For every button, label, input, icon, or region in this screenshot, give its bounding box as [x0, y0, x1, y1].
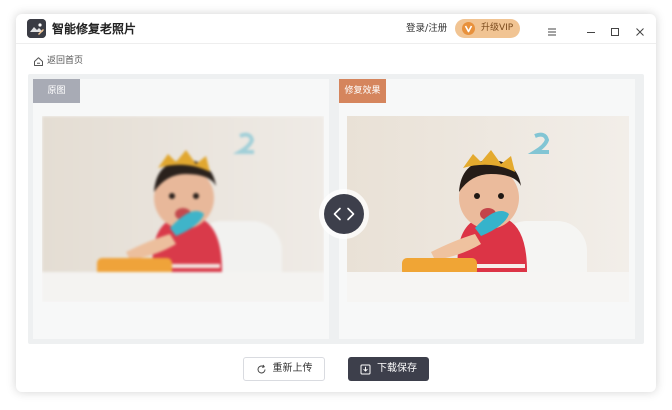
close-icon[interactable] — [634, 23, 646, 36]
download-save-label: 下载保存 — [377, 363, 417, 374]
download-save-button[interactable]: 下载保存 — [348, 357, 429, 381]
vip-label: 升级VIP — [481, 23, 514, 33]
title-bar: 智能修复老照片 登录/注册 升级VIP — [16, 14, 656, 44]
compare-arrows-icon — [324, 194, 364, 234]
app-window: 智能修复老照片 登录/注册 升级VIP 返回首页 原图 修复效果 重新上传 下载… — [16, 14, 656, 392]
restored-panel: 修复效果 — [339, 79, 635, 339]
minimize-icon[interactable] — [585, 23, 597, 35]
compare-area: 原图 修复效果 — [28, 74, 644, 344]
photo-restore-logo-icon — [27, 19, 46, 38]
reupload-button[interactable]: 重新上传 — [243, 357, 325, 381]
download-icon — [360, 360, 371, 379]
restored-photo — [347, 116, 629, 302]
back-home-label: 返回首页 — [47, 56, 84, 66]
refresh-icon — [256, 360, 267, 379]
home-icon — [33, 52, 44, 71]
app-title: 智能修复老照片 — [52, 22, 137, 36]
compare-slider-handle[interactable] — [319, 189, 369, 239]
restored-tag: 修复效果 — [339, 79, 386, 103]
upgrade-vip-button[interactable]: 升级VIP — [455, 19, 520, 38]
menu-icon[interactable] — [546, 23, 558, 36]
back-home-link[interactable]: 返回首页 — [33, 52, 83, 71]
original-photo — [42, 116, 324, 302]
reupload-label: 重新上传 — [272, 363, 313, 374]
original-tag: 原图 — [33, 79, 80, 103]
maximize-icon[interactable] — [609, 23, 621, 36]
original-panel: 原图 — [33, 79, 329, 339]
vip-badge-icon — [462, 22, 475, 35]
login-register-link[interactable]: 登录/注册 — [406, 23, 447, 35]
